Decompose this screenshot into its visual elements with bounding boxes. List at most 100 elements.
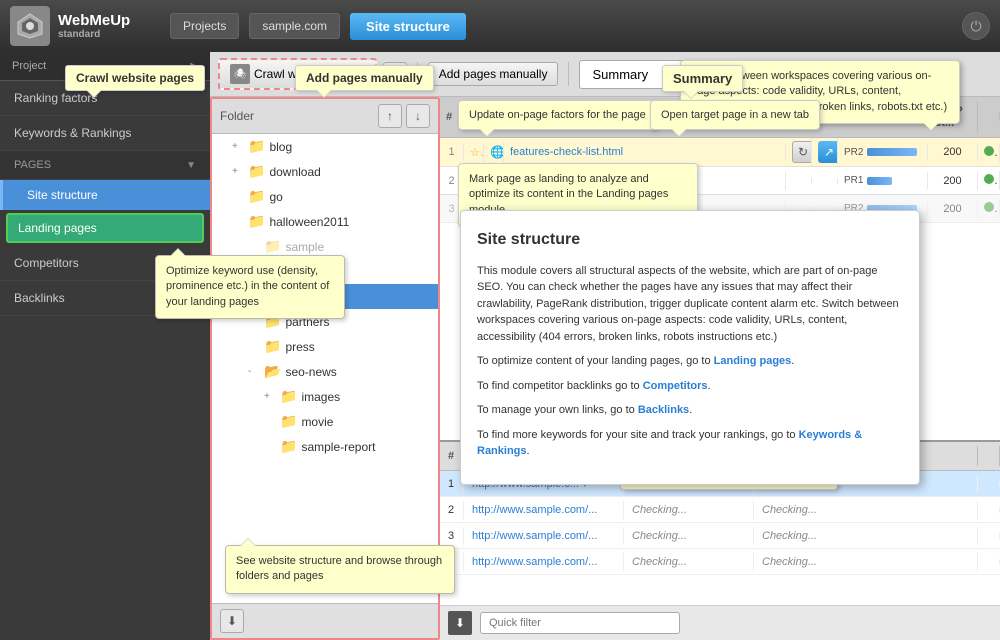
- site-structure-btn[interactable]: Site structure: [350, 13, 466, 40]
- export-btn[interactable]: ⬇: [448, 611, 472, 635]
- link-anchor-4: Checking...: [754, 553, 978, 571]
- col-status: [978, 113, 1000, 121]
- folder-icon-samplereport: 📁: [280, 438, 297, 455]
- toolbar-separator2: [568, 62, 569, 86]
- link-landing-pages[interactable]: Landing pages: [714, 355, 792, 367]
- bottom-row-2: 2 http://www.sample.com/... Checking... …: [440, 497, 1000, 523]
- tooltip-website-structure: See website structure and browse through…: [225, 545, 455, 594]
- tooltip-open-target: Open target page in a new tab: [650, 100, 820, 130]
- pr-bar-fill-2: [867, 177, 892, 185]
- sidebar-item-landing-pages[interactable]: Landing pages: [6, 213, 204, 243]
- folder-icon-halloween: 📁: [248, 213, 265, 230]
- folder-icon-seonews: 📂: [264, 363, 281, 380]
- folder-item-go[interactable]: 📁 go: [212, 184, 438, 209]
- cell-open-1[interactable]: ↗: [812, 138, 838, 166]
- link-url-2[interactable]: http://www.sample.com/...: [464, 501, 624, 519]
- link-num-3: 3: [440, 527, 464, 545]
- spider-icon: 🕷: [230, 64, 250, 84]
- status-dot-2: [984, 174, 994, 184]
- header: WebMeUp standard Projects sample.com Sit…: [0, 0, 1000, 52]
- sidebar: Project ▶ Ranking factors Keywords & Ran…: [0, 52, 210, 640]
- tooltip-crawl: Crawl website pages: [65, 65, 205, 91]
- folder-item-samplereport[interactable]: 📁 sample-report: [212, 434, 438, 459]
- logo-text: WebMeUp standard: [58, 12, 130, 40]
- folder-icon-download: 📁: [248, 163, 265, 180]
- link-extra-2: [978, 507, 1000, 513]
- sidebar-item-site-structure[interactable]: Site structure: [0, 180, 210, 210]
- link-url-4[interactable]: http://www.sample.com/...: [464, 553, 624, 571]
- link-num-2: 2: [440, 501, 464, 519]
- app-subtitle: standard: [58, 29, 130, 40]
- cell-num-1: 1: [440, 143, 464, 161]
- add-pages-btn[interactable]: Add pages manually: [428, 62, 559, 86]
- cell-refresh-1[interactable]: ↻: [786, 138, 812, 166]
- toggle-images: +: [264, 391, 276, 402]
- sort-asc-icon[interactable]: ↑: [378, 104, 402, 128]
- folder-item-images[interactable]: + 📁 images: [212, 384, 438, 409]
- toggle-download: +: [232, 166, 244, 177]
- logo: WebMeUp standard: [10, 6, 160, 46]
- link-anchor-2: Checking...: [754, 501, 978, 519]
- pr-bar-fill-1: [867, 148, 917, 156]
- link-keywords[interactable]: Keywords & Rankings: [477, 429, 862, 458]
- app-name: WebMeUp: [58, 12, 130, 29]
- toggle-seonews: -: [248, 366, 260, 377]
- folder-item-blog[interactable]: + 📁 blog: [212, 134, 438, 159]
- pr-bar-2: PR1: [844, 175, 921, 186]
- overlay-para3: To find competitor backlinks go to Compe…: [477, 378, 903, 395]
- folder-icon-sample: 📁: [264, 238, 281, 255]
- folder-icon-images: 📁: [280, 388, 297, 405]
- power-btn[interactable]: ⏻: [962, 12, 990, 40]
- pr-bar-1: PR2: [844, 147, 921, 158]
- link-type-2: Checking...: [624, 501, 754, 519]
- cell-status-2: [978, 171, 1000, 190]
- refresh-btn-1[interactable]: ↻: [792, 141, 812, 163]
- bottom-row-4: 4 http://www.sample.com/... Checking... …: [440, 549, 1000, 575]
- cell-refresh-2: [786, 178, 812, 184]
- cell-star-1[interactable]: ☆: [464, 143, 484, 162]
- status-dot-3: [984, 202, 994, 212]
- overlay-para4: To manage your own links, go to Backlink…: [477, 402, 903, 419]
- folder-item-movie2[interactable]: 📁 movie: [212, 409, 438, 434]
- folder-item-seonews[interactable]: - 📂 seo-news: [212, 359, 438, 384]
- sidebar-item-keywords[interactable]: Keywords & Rankings: [0, 116, 210, 151]
- folder-item-press[interactable]: 📁 press: [212, 334, 438, 359]
- overlay-title: Site structure: [477, 227, 903, 253]
- col-extra: [978, 446, 1000, 466]
- pages-arrow: ▼: [186, 160, 196, 171]
- cell-url-1[interactable]: features-check-list.html: [504, 143, 786, 161]
- status-dot-1: [984, 146, 994, 156]
- tooltip-add-pages: Add pages manually: [295, 65, 434, 91]
- cell-http-2: 200: [928, 172, 978, 190]
- link-backlinks[interactable]: Backlinks: [638, 404, 689, 416]
- cell-http-3: 200: [928, 200, 978, 218]
- tooltip-optimize-keyword: Optimize keyword use (density, prominenc…: [155, 255, 345, 319]
- open-btn-1[interactable]: ↗: [818, 141, 838, 163]
- cell-status-1: [978, 143, 1000, 162]
- sort-desc-icon[interactable]: ↓: [406, 104, 430, 128]
- link-extra-1: [978, 481, 1000, 487]
- toggle-blog: +: [232, 141, 244, 152]
- link-type-4: Checking...: [624, 553, 754, 571]
- folder-item-download[interactable]: + 📁 download: [212, 159, 438, 184]
- folder-icon-blog: 📁: [248, 138, 265, 155]
- folder-icon-go: 📁: [248, 188, 265, 205]
- link-competitors[interactable]: Competitors: [643, 380, 708, 392]
- site-structure-overlay: Site structure This module covers all st…: [460, 210, 920, 485]
- projects-btn[interactable]: Projects: [170, 13, 239, 39]
- bottom-row-3: 3 http://www.sample.com/... Checking... …: [440, 523, 1000, 549]
- overlay-para5: To find more keywords for your site and …: [477, 427, 903, 460]
- bottom-footer: ⬇: [440, 605, 1000, 640]
- folder-icon-movie2: 📁: [280, 413, 297, 430]
- folder-export-btn[interactable]: ⬇: [220, 609, 244, 633]
- folder-item-halloween[interactable]: 📁 halloween2011: [212, 209, 438, 234]
- quick-filter-input[interactable]: [480, 612, 680, 634]
- link-anchor-3: Checking...: [754, 527, 978, 545]
- bottom-table-body: 1 http://www.sample.c... ↗ Checking... C…: [440, 471, 1000, 605]
- header-right: ⏻: [962, 12, 990, 40]
- folder-footer: ⬇: [212, 603, 438, 638]
- link-url-3[interactable]: http://www.sample.com/...: [464, 527, 624, 545]
- site-btn[interactable]: sample.com: [249, 13, 340, 39]
- logo-icon: [10, 6, 50, 46]
- cell-status-3: [978, 199, 1000, 218]
